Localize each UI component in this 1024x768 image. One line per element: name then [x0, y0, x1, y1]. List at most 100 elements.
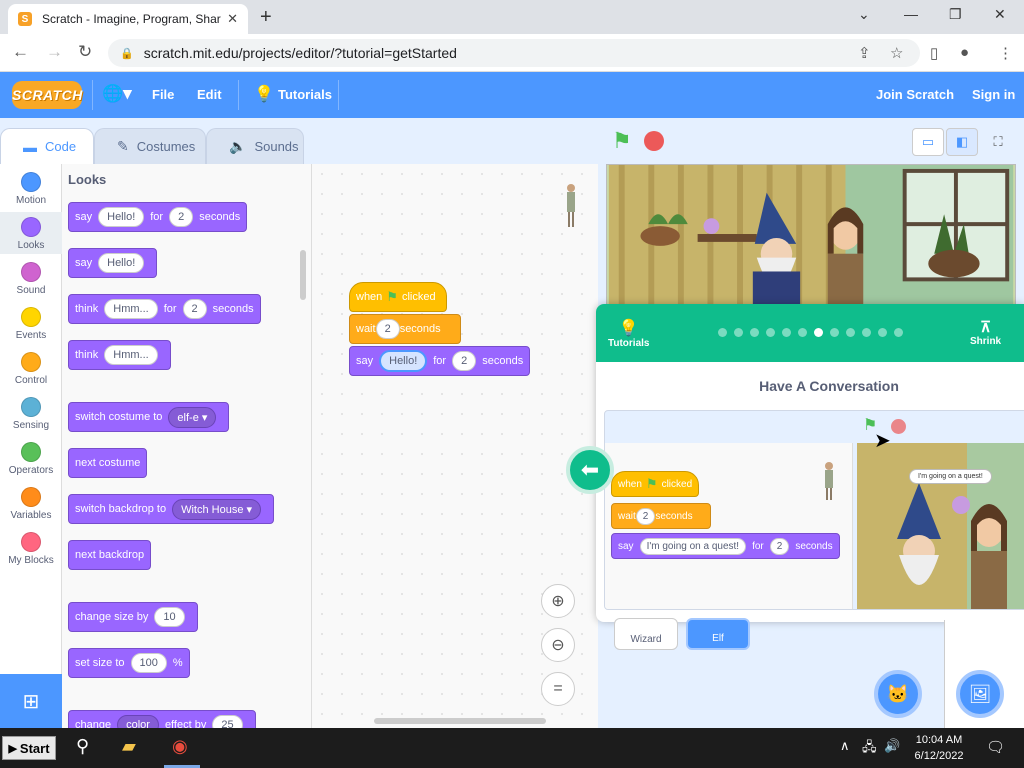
large-stage-button[interactable]: ◧ [946, 128, 978, 156]
zoom-out-button[interactable]: ⊖ [541, 628, 575, 662]
forward-arrow-icon[interactable]: → [46, 42, 63, 62]
zoom-reset-button[interactable]: = [541, 672, 575, 706]
network-icon[interactable]: 🖧 [862, 738, 877, 760]
wait-block[interactable]: wait 2 seconds [349, 314, 461, 344]
switch-costume-block[interactable]: switch costume to elf-e ▾ [68, 402, 230, 432]
edit-menu[interactable]: Edit [197, 87, 222, 102]
green-flag-icon: ⚑ [645, 476, 658, 491]
scratch-logo[interactable]: SCRATCH [12, 81, 82, 109]
script-scrollbar[interactable] [374, 718, 546, 724]
start-button[interactable]: ▶ Start [2, 736, 56, 760]
screen: S Scratch - Imagine, Program, Shar ✕ + ⌄… [0, 0, 1024, 768]
block-input[interactable]: Hello! [379, 350, 428, 372]
sprite-tile-wizard[interactable]: Wizard [614, 618, 678, 650]
arrow-left-icon: ⬅ [580, 457, 600, 482]
join-scratch-link[interactable]: Join Scratch [876, 87, 954, 102]
shrink-button[interactable]: ⊼ Shrink [970, 318, 1001, 347]
tutorial-back-button[interactable]: ⬅ [566, 446, 614, 494]
sprite-tile-elf[interactable]: Elf [686, 618, 750, 650]
category-my-blocks[interactable]: My Blocks [0, 532, 62, 566]
effect-dropdown[interactable]: color [117, 715, 159, 728]
next-costume-block[interactable]: next costume [68, 448, 148, 478]
chevron-up-icon[interactable]: ∧ [840, 738, 850, 754]
new-tab-button[interactable]: + [260, 6, 272, 29]
sign-in-link[interactable]: Sign in [972, 87, 1015, 102]
think-block[interactable]: think Hmm... [68, 340, 171, 370]
category-operators[interactable]: Operators [0, 442, 62, 476]
block-input[interactable]: Hello! [98, 253, 145, 273]
search-icon[interactable]: ⚲ [76, 736, 89, 757]
close-window-icon[interactable]: ✕ [994, 6, 1006, 23]
when-flag-clicked-block[interactable]: when ⚑ clicked [349, 282, 447, 312]
block-input[interactable]: 2 [375, 319, 400, 339]
close-tab-icon[interactable]: ✕ [227, 11, 238, 27]
category-events[interactable]: Events [0, 307, 62, 341]
tab-costumes[interactable]: ✎ Costumes [94, 128, 206, 164]
tab-sounds[interactable]: 🔈 Sounds [206, 128, 304, 164]
block-input[interactable]: 25 [212, 715, 243, 728]
block-input[interactable]: 100 [130, 653, 167, 673]
side-panel-icon[interactable]: ▯ [930, 44, 938, 62]
restore-icon[interactable]: ❐ [949, 6, 962, 23]
control-dot-icon [21, 352, 41, 372]
back-arrow-icon[interactable]: ← [12, 42, 29, 62]
minimize-icon[interactable]: — [904, 6, 918, 22]
category-motion[interactable]: Motion [0, 172, 62, 206]
block-input[interactable]: Hello! [98, 207, 145, 227]
file-menu[interactable]: File [152, 87, 174, 102]
small-stage-button[interactable]: ▭ [912, 128, 944, 156]
backdrop-dropdown[interactable]: Witch House ▾ [172, 498, 262, 520]
tutorials-menu[interactable]: Tutorials [278, 87, 332, 102]
switch-backdrop-block[interactable]: switch backdrop to Witch House ▾ [68, 494, 275, 524]
browser-tab[interactable]: S Scratch - Imagine, Program, Shar ✕ [8, 4, 248, 34]
volume-icon[interactable]: 🔊 [884, 738, 900, 754]
block-input[interactable]: 2 [182, 299, 207, 319]
file-explorer-icon[interactable]: ▰ [122, 736, 136, 757]
browser-tabbar: S Scratch - Imagine, Program, Shar ✕ + ⌄… [0, 0, 1024, 34]
category-sensing[interactable]: Sensing [0, 397, 62, 431]
globe-icon[interactable]: 🌐▾ [102, 84, 132, 104]
bookmark-star-icon[interactable]: ☆ [890, 44, 903, 62]
say-for-script-block[interactable]: say Hello! for 2 seconds [349, 346, 531, 376]
choose-sprite-button[interactable]: 🐱 [874, 670, 922, 718]
add-extension-button[interactable]: ⊞ [0, 674, 62, 728]
zoom-in-button[interactable]: ⊕ [541, 584, 575, 618]
notification-icon[interactable]: 🗨 [986, 738, 1005, 756]
category-variables[interactable]: Variables [0, 487, 62, 521]
say-for-block[interactable]: say Hello! for 2 seconds [68, 202, 248, 232]
profile-icon[interactable]: ● [960, 44, 969, 61]
tab-code[interactable]: ▬ Code [0, 128, 94, 164]
address-bar[interactable]: 🔒 scratch.mit.edu/projects/editor/?tutor… [108, 39, 920, 67]
costume-dropdown[interactable]: elf-e ▾ [168, 406, 217, 428]
block-input[interactable]: 2 [452, 351, 477, 371]
think-for-block[interactable]: think Hmm... for 2 seconds [68, 294, 261, 324]
category-control[interactable]: Control [0, 352, 62, 386]
block-input[interactable]: 2 [169, 207, 194, 227]
stage-canvas[interactable] [606, 164, 1016, 306]
block-input[interactable]: 10 [154, 607, 185, 627]
chevron-down-icon[interactable]: ⌄ [858, 6, 870, 23]
category-looks[interactable]: Looks [0, 212, 62, 254]
progress-dot [878, 328, 887, 337]
green-flag-icon[interactable]: ⚑ [612, 128, 632, 154]
say-block[interactable]: say Hello! [68, 248, 158, 278]
lightbulb-icon[interactable]: 💡 [254, 84, 274, 104]
set-size-block[interactable]: set size to 100 % [68, 648, 190, 678]
change-effect-block[interactable]: change color effect by 25 [68, 710, 256, 728]
system-clock[interactable]: 10:04 AM 6/12/2022 [906, 732, 972, 764]
palette-scrollbar[interactable] [300, 250, 306, 300]
block-input[interactable]: Hmm... [104, 345, 158, 365]
chrome-icon[interactable]: ◉ [172, 736, 188, 757]
browser-menu-icon[interactable]: ⋮ [998, 44, 1013, 62]
tutorials-button[interactable]: 💡 Tutorials [608, 318, 649, 349]
next-backdrop-block[interactable]: next backdrop [68, 540, 152, 570]
reload-icon[interactable]: ↻ [78, 42, 92, 62]
share-icon[interactable]: ⇪ [858, 44, 871, 62]
category-sound[interactable]: Sound [0, 262, 62, 296]
choose-backdrop-button[interactable]: 🖼 [956, 670, 1004, 718]
block-input[interactable]: Hmm... [104, 299, 158, 319]
fullscreen-button[interactable]: ⛶ [982, 128, 1014, 156]
tutorial-video[interactable]: ⚑ when ⚑ clicked wait 2 seconds say I'm … [604, 410, 1024, 610]
change-size-block[interactable]: change size by 10 [68, 602, 198, 632]
stop-icon[interactable] [644, 131, 664, 151]
